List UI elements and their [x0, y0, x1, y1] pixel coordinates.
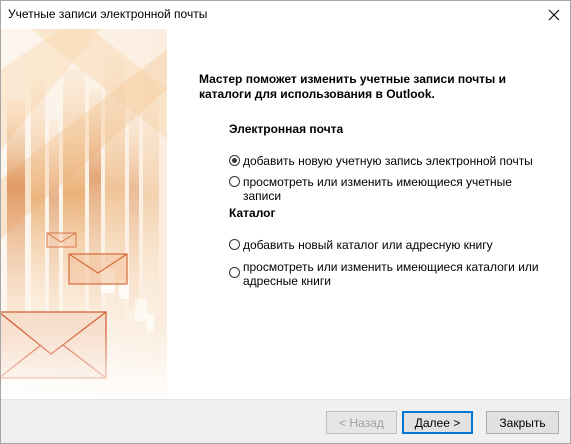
- button-bar: < Назад Далее > Закрыть: [1, 400, 570, 443]
- radio-label: просмотреть или изменить имеющиеся катал…: [243, 260, 539, 288]
- next-button[interactable]: Далее >: [402, 411, 473, 434]
- radio-label: просмотреть или изменить имеющиеся учетн…: [243, 175, 512, 203]
- radio-button[interactable]: [229, 267, 240, 278]
- decorative-mail-illustration: [1, 29, 167, 399]
- intro-text: Мастер поможет изменить учетные записи п…: [199, 72, 507, 101]
- radio-button[interactable]: [229, 176, 240, 187]
- radio-label: добавить новый каталог или адресную книг…: [243, 238, 493, 252]
- radio-add-directory[interactable]: добавить новый каталог или адресную книг…: [229, 238, 533, 252]
- radio-button[interactable]: [229, 239, 240, 250]
- close-button[interactable]: [538, 1, 570, 29]
- title-bar: Учетные записи электронной почты: [1, 1, 570, 29]
- email-section-heading: Электронная почта: [229, 122, 344, 136]
- radio-add-email-account[interactable]: добавить новую учетную запись электронно…: [229, 154, 533, 168]
- radio-view-directories[interactable]: просмотреть или изменить имеющиеся катал…: [229, 260, 543, 288]
- close-icon: [548, 9, 560, 21]
- window-title: Учетные записи электронной почты: [8, 7, 208, 21]
- close-dialog-button[interactable]: Закрыть: [486, 411, 559, 434]
- back-button[interactable]: < Назад: [326, 411, 397, 434]
- wizard-window: Учетные записи электронной почты Мастер …: [0, 0, 571, 444]
- radio-view-email-accounts[interactable]: просмотреть или изменить имеющиеся учетн…: [229, 175, 533, 203]
- radio-button-selected[interactable]: [229, 155, 240, 166]
- radio-label: добавить новую учетную запись электронно…: [243, 154, 533, 168]
- directory-section-heading: Каталог: [229, 206, 276, 220]
- wizard-content: Мастер поможет изменить учетные записи п…: [167, 29, 570, 399]
